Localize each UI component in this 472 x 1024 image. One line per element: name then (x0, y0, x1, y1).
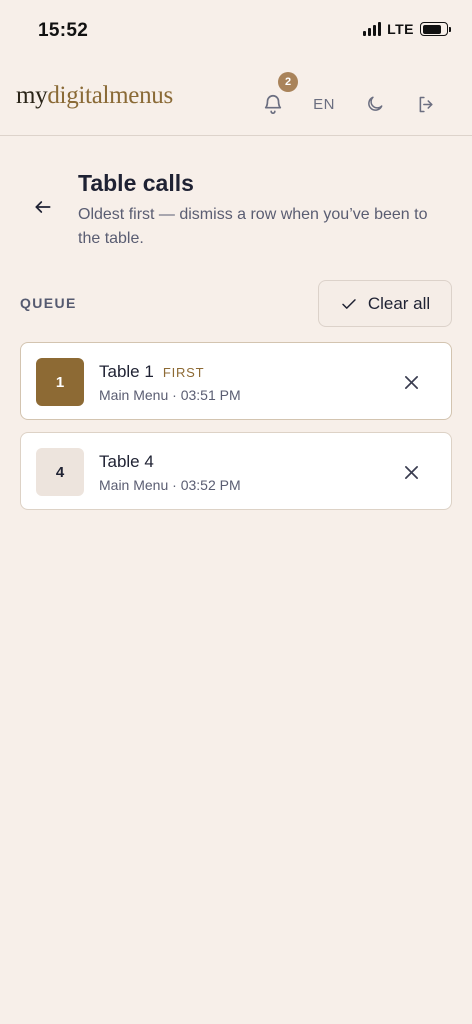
close-icon (404, 375, 418, 389)
row-separator: · (168, 477, 181, 493)
table-number-badge: 1 (36, 358, 84, 406)
check-icon (342, 298, 356, 309)
row-title: Table 1 (99, 362, 154, 381)
title-block: Table calls Oldest first — dismiss a row… (78, 168, 450, 251)
arrow-left-icon (35, 201, 51, 213)
language-button[interactable]: EN (304, 84, 344, 124)
page-subtitle: Oldest first — dismiss a row when you’ve… (78, 206, 428, 247)
queue-label: QUEUE (20, 295, 77, 311)
row-time: 03:51 PM (180, 387, 241, 403)
logo[interactable]: mydigitalmenus (16, 82, 173, 110)
row-meta: Main Menu · 03:52 PM (99, 477, 241, 493)
battery-icon (420, 22, 451, 36)
table-number-badge: 4 (36, 448, 84, 496)
table-call-row: 4 Table 4 Main Menu · 03:52 PM (20, 432, 452, 510)
clear-all-label: Clear all (367, 293, 431, 313)
network-label: LTE (387, 21, 414, 37)
close-icon (404, 465, 418, 479)
row-title: Table 4 (99, 452, 154, 471)
dismiss-button[interactable] (397, 368, 425, 396)
signal-icon (363, 22, 382, 36)
moon-icon (368, 96, 383, 111)
page: 15:52 LTE mydigitalmenus 2 EN Table call… (0, 0, 472, 1024)
table-call-row: 1 Table 1 FIRST Main Menu · 03:51 PM (20, 342, 452, 420)
theme-toggle-button[interactable] (355, 84, 395, 124)
logo-rest: digitalmenus (47, 82, 173, 109)
notifications-button[interactable]: 2 (253, 72, 298, 124)
row-meta: Main Menu · 03:51 PM (99, 387, 241, 403)
row-time: 03:52 PM (180, 477, 241, 493)
first-tag: FIRST (162, 365, 205, 380)
row-menu: Main Menu (99, 477, 169, 493)
row-separator: · (168, 387, 181, 403)
status-time: 15:52 (38, 20, 89, 41)
logo-my: my (16, 82, 48, 109)
clear-all-button[interactable]: Clear all (318, 280, 452, 327)
row-details: Table 4 Main Menu · 03:52 PM (99, 452, 241, 493)
back-button[interactable] (26, 190, 60, 224)
app-header: mydigitalmenus 2 EN (0, 60, 472, 136)
header-actions: 2 EN (242, 72, 446, 124)
row-menu: Main Menu (99, 387, 169, 403)
page-title: Table calls (78, 170, 194, 196)
status-bar: 15:52 LTE (0, 0, 472, 60)
language-label: EN (313, 95, 335, 113)
dismiss-button[interactable] (397, 458, 425, 486)
bell-icon (264, 95, 282, 114)
notification-badge: 2 (278, 72, 298, 92)
logout-button[interactable] (406, 84, 446, 124)
row-details: Table 1 FIRST Main Menu · 03:51 PM (99, 362, 241, 403)
status-indicators: LTE (363, 21, 451, 37)
logout-icon (419, 96, 433, 112)
